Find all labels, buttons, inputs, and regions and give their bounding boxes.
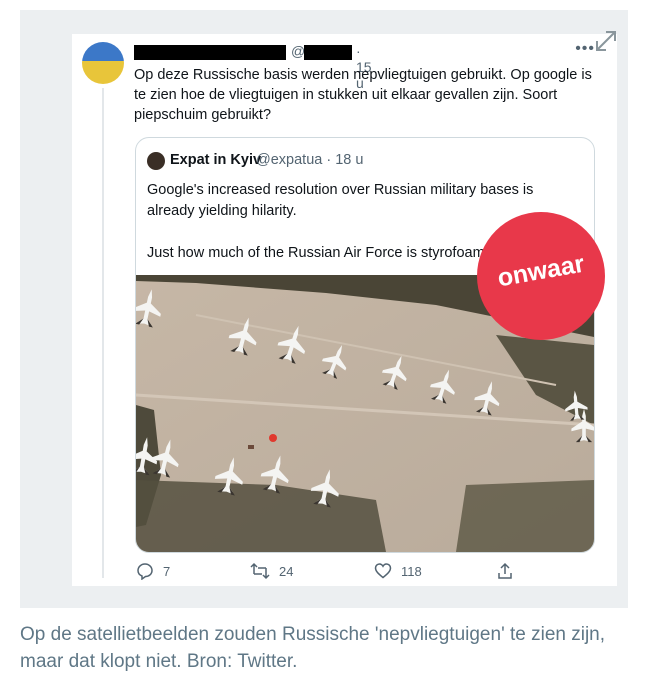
quote-author-name: Expat in Kyiv — [170, 152, 262, 168]
quoted-tweet[interactable]: Expat in Kyiv @expatua · 18 u Google's i… — [135, 137, 595, 553]
like-button[interactable]: 118 — [374, 562, 422, 580]
expand-icon[interactable] — [589, 24, 623, 58]
quote-avatar — [147, 152, 165, 170]
tweet-text: Op deze Russische basis werden nepvliegt… — [134, 67, 592, 123]
thread-line — [102, 88, 104, 578]
heart-icon — [374, 563, 392, 579]
avatar-flag-yellow — [82, 60, 124, 84]
redacted-handle — [304, 45, 352, 60]
share-button[interactable] — [496, 562, 514, 580]
quote-text-line-1: Google's increased resolution over Russi… — [147, 182, 534, 219]
retweet-icon — [250, 562, 270, 580]
quote-handle: @expatua · 18 u — [256, 152, 364, 168]
verdict-label: onwaar — [495, 249, 587, 293]
redacted-name — [134, 45, 286, 60]
retweet-button[interactable]: 24 — [250, 562, 293, 580]
reply-button[interactable]: 7 — [136, 562, 170, 580]
like-count: 118 — [401, 563, 422, 579]
retweet-count: 24 — [279, 563, 294, 579]
tweet-actions: 7 24 118 — [134, 562, 604, 586]
verdict-badge: onwaar — [477, 212, 605, 340]
image-caption: Op de satellietbeelden zouden Russische … — [20, 624, 606, 672]
reply-count: 7 — [163, 563, 171, 579]
share-icon — [498, 562, 512, 579]
reply-icon — [137, 563, 153, 580]
avatar[interactable] — [82, 42, 124, 84]
avatar-flag-blue — [82, 42, 124, 61]
